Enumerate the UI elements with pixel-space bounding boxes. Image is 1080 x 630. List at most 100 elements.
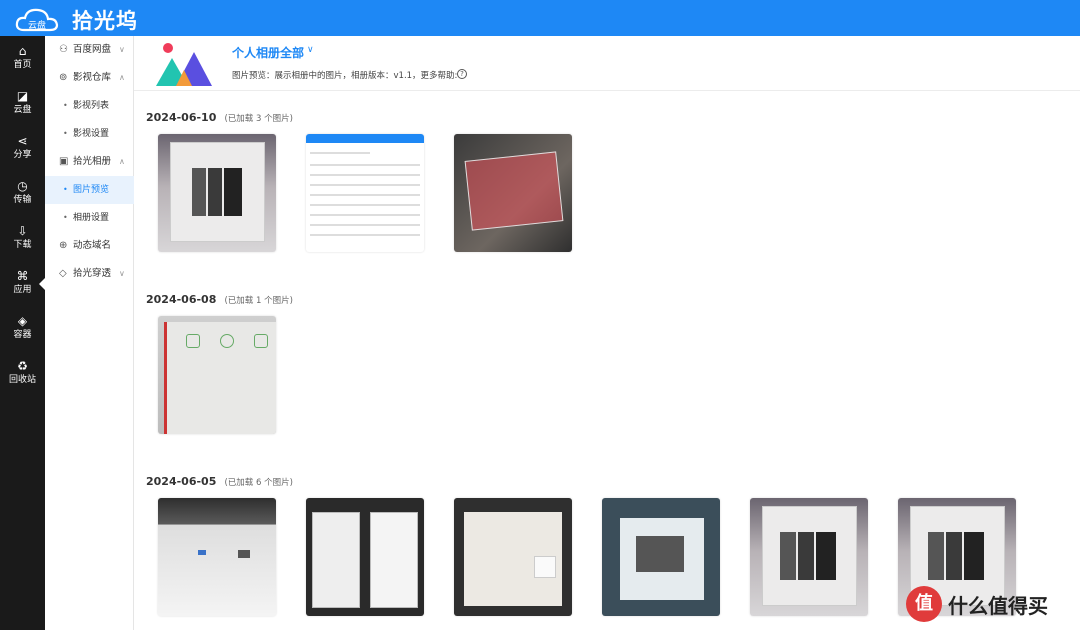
device-graphic	[964, 532, 984, 580]
photo-thumbnail[interactable]	[158, 134, 276, 252]
nav-apps-label: 应用	[13, 285, 32, 295]
nav-apps[interactable]: ⌘ 应用	[0, 265, 45, 305]
nav-share[interactable]: ⋖ 分享	[0, 130, 45, 170]
submenu-ddns[interactable]: ⊕ 动态域名	[45, 232, 134, 260]
device-graphic	[208, 168, 222, 216]
group-date: 2024-06-10	[146, 111, 217, 124]
photo-thumbnail[interactable]	[306, 134, 424, 252]
film-icon: ⊚	[59, 72, 68, 83]
port-graphic	[238, 550, 250, 558]
nav-container-label: 容器	[13, 330, 32, 340]
nav-home-label: 首页	[13, 60, 32, 70]
svg-text:云盘: 云盘	[28, 19, 46, 31]
text-line-graphic	[310, 174, 420, 176]
help-icon[interactable]: ?	[457, 69, 467, 79]
text-line-graphic	[310, 152, 370, 154]
nav-download[interactable]: ⇩ 下载	[0, 220, 45, 260]
submenu-media-list[interactable]: • 影视列表	[45, 92, 134, 120]
icon-sidebar: ⌂ 首页 ◪ 云盘 ⋖ 分享 ◷ 传输 ⇩ 下载 ⌘ 应用 ◈ 容器 ♻ 回收站	[0, 36, 45, 630]
submenu-penetration[interactable]: ◇ 拾光穿透 ∨	[45, 260, 134, 288]
device-graphic	[224, 168, 242, 216]
device-graphic	[780, 532, 796, 580]
submenu-album-label: 拾光相册	[73, 156, 112, 167]
group-count: (已加载 6 个图片)	[224, 478, 293, 488]
submenu-media-label: 影视仓库	[73, 72, 112, 83]
home-icon: ⌂	[18, 44, 27, 58]
photo-thumbnail[interactable]	[750, 498, 868, 616]
photo-thumbnail[interactable]	[602, 498, 720, 616]
submenu-baidu[interactable]: ⚇ 百度网盘 ∨	[45, 36, 134, 64]
group-count: (已加载 1 个图片)	[224, 296, 293, 306]
submenu-baidu-label: 百度网盘	[73, 44, 112, 55]
group-date: 2024-06-08	[146, 293, 217, 306]
app-title: 拾光坞	[72, 9, 138, 33]
watermark-logo-icon: 值	[906, 586, 942, 622]
photo-thumbnail[interactable]	[158, 316, 276, 434]
app-submenu: ⚇ 百度网盘 ∨ ⊚ 影视仓库 ∧ • 影视列表 • 影视设置 ▣ 拾光相册 ∧…	[45, 36, 134, 630]
text-line-graphic	[310, 184, 420, 186]
nav-transfer-label: 传输	[13, 195, 32, 205]
top-bar: 云盘 拾光坞	[0, 0, 1080, 36]
layers-icon: ◇	[59, 268, 67, 279]
main-content: 个人相册全部 ∨ 图片预览：展示相册中的图片，相册版本：v1.1，更多帮助: ?…	[134, 36, 1080, 630]
baidu-icon: ⚇	[59, 44, 68, 55]
chevron-down-icon: ∨	[119, 45, 125, 54]
nav-transfer[interactable]: ◷ 传输	[0, 175, 45, 215]
device-graphic	[946, 532, 962, 580]
group-count: (已加载 3 个图片)	[224, 114, 293, 124]
feature-icon-graphic	[254, 334, 268, 348]
submenu-media-settings[interactable]: • 影视设置	[45, 120, 134, 148]
device-graphic	[636, 536, 684, 572]
submenu-album[interactable]: ▣ 拾光相册 ∧	[45, 148, 134, 176]
bullet-icon: •	[63, 101, 68, 110]
photo-thumbnail[interactable]	[158, 498, 276, 616]
power-adapter-graphic	[534, 556, 556, 578]
device-graphic	[192, 168, 206, 216]
screenshot-header-graphic	[306, 134, 424, 143]
chevron-down-icon: ∨	[119, 269, 125, 278]
album-header: 个人相册全部 ∨ 图片预览：展示相册中的图片，相册版本：v1.1，更多帮助: ?	[134, 36, 1080, 91]
album-title[interactable]: 个人相册全部	[232, 44, 304, 61]
chevron-down-icon[interactable]: ∨	[307, 45, 314, 55]
text-line-graphic	[310, 164, 420, 166]
watermark-text: 什么值得买	[948, 593, 1048, 618]
submenu-media-settings-label: 影视设置	[73, 129, 110, 139]
feature-icon-graphic	[220, 334, 234, 348]
submenu-ddns-label: 动态域名	[73, 240, 112, 251]
submenu-media-list-label: 影视列表	[73, 101, 110, 111]
album-description: 图片预览：展示相册中的图片，相册版本：v1.1，更多帮助:	[232, 71, 458, 81]
date-group-header: 2024-06-08 (已加载 1 个图片)	[146, 288, 293, 307]
chevron-up-icon: ∧	[119, 157, 125, 166]
submenu-media[interactable]: ⊚ 影视仓库 ∧	[45, 64, 134, 92]
cloud-logo-icon: 云盘	[15, 8, 59, 32]
accessory-bag-graphic	[464, 151, 564, 231]
nav-share-label: 分享	[13, 150, 32, 160]
apps-icon: ⌘	[16, 269, 29, 283]
date-group-header: 2024-06-05 (已加载 6 个图片)	[146, 470, 293, 489]
cloud-disk-icon: ◪	[16, 89, 29, 103]
text-line-graphic	[310, 234, 420, 236]
app-logo[interactable]: 云盘 拾光坞	[14, 5, 138, 35]
submenu-album-settings[interactable]: • 相册设置	[45, 204, 134, 232]
photo-thumbnail[interactable]	[454, 134, 572, 252]
case-half-graphic	[312, 512, 360, 608]
globe-icon: ⊕	[59, 240, 68, 251]
text-line-graphic	[310, 204, 420, 206]
nav-container[interactable]: ◈ 容器	[0, 310, 45, 350]
photo-thumbnail[interactable]	[454, 498, 572, 616]
bullet-icon: •	[63, 129, 68, 138]
feature-icon-graphic	[186, 334, 200, 348]
nav-download-label: 下载	[13, 240, 32, 250]
nav-cloud-disk-label: 云盘	[13, 105, 32, 115]
case-half-graphic	[370, 512, 418, 608]
device-graphic	[816, 532, 836, 580]
image-icon: ▣	[59, 156, 69, 167]
submenu-album-preview[interactable]: • 图片预览	[45, 176, 134, 204]
share-icon: ⋖	[17, 134, 28, 148]
photo-thumbnail[interactable]	[306, 498, 424, 616]
nav-recycle[interactable]: ♻ 回收站	[0, 355, 45, 395]
album-logo-icon	[156, 43, 212, 86]
container-icon: ◈	[17, 314, 28, 328]
nav-cloud-disk[interactable]: ◪ 云盘	[0, 85, 45, 125]
nav-home[interactable]: ⌂ 首页	[0, 40, 45, 80]
